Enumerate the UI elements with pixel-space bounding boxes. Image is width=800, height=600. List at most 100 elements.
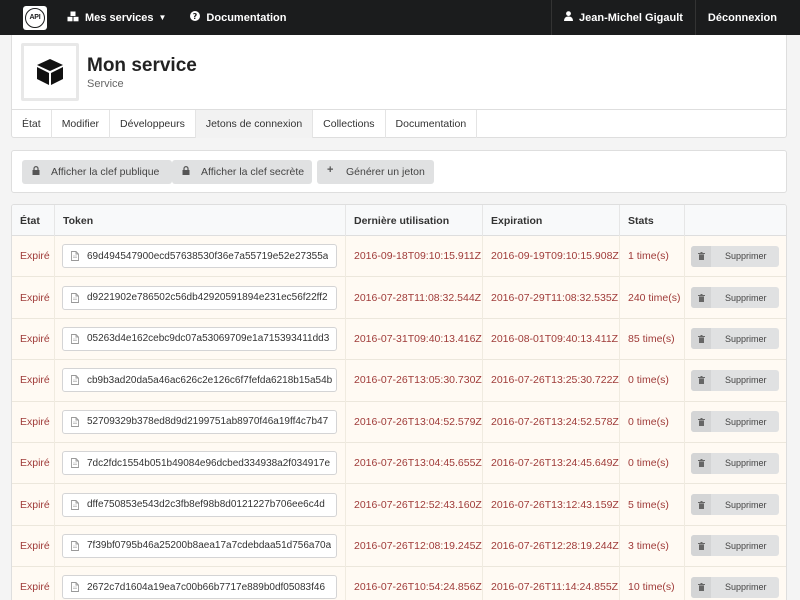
delete-button[interactable]: Supprimer bbox=[691, 369, 779, 391]
document-icon bbox=[63, 292, 87, 303]
token-field[interactable]: cb9b3ad20da5a46ac626c2e126c6f7fefda6218b… bbox=[62, 368, 337, 393]
delete-button[interactable]: Supprimer bbox=[691, 245, 779, 267]
table-row: Expiré 7f39bf0795b46a25200b8aea17a7cdebd… bbox=[12, 525, 786, 568]
token-cell: 2672c7d1604a19ea7c00b66b7717e889b0df0508… bbox=[55, 566, 346, 600]
expiration-value: 2016-07-26T13:24:45.649Z bbox=[483, 442, 620, 484]
generate-token-button[interactable]: + Générer un jeton bbox=[317, 160, 434, 184]
lock-icon bbox=[32, 166, 40, 177]
service-image bbox=[21, 43, 79, 101]
delete-button[interactable]: Supprimer bbox=[691, 411, 779, 433]
expiration-value: 2016-07-26T13:12:43.159Z bbox=[483, 483, 620, 526]
generate-token-label: Générer un jeton bbox=[346, 166, 425, 178]
document-icon bbox=[63, 334, 87, 344]
last-use-value: 2016-07-26T10:54:24.856Z bbox=[346, 566, 483, 600]
show-public-key-button[interactable]: Afficher la clef publique bbox=[22, 160, 172, 184]
expiration-value: 2016-07-29T11:08:32.535Z bbox=[483, 276, 620, 319]
tab-documentation[interactable]: Documentation bbox=[386, 110, 478, 138]
tab-etat[interactable]: État bbox=[12, 110, 52, 138]
action-cell: Supprimer bbox=[685, 525, 786, 566]
token-value: cb9b3ad20da5a46ac626c2e126c6f7fefda6218b… bbox=[87, 374, 333, 386]
stats-value: 0 time(s) bbox=[620, 442, 685, 484]
token-state: Expiré bbox=[12, 401, 55, 443]
token-cell: dffe750853e543d2c3fb8ef98b8d0121227b706e… bbox=[55, 483, 346, 526]
token-field[interactable]: 69d494547900ecd57638530f36e7a55719e52e27… bbox=[62, 244, 337, 269]
token-cell: 05263d4e162cebc9dc07a53069709e1a71539341… bbox=[55, 318, 346, 360]
token-state: Expiré bbox=[12, 276, 55, 319]
tab-collections[interactable]: Collections bbox=[313, 110, 386, 138]
trash-icon bbox=[691, 576, 711, 598]
stats-value: 1 time(s) bbox=[620, 235, 685, 277]
logo-text: API bbox=[25, 7, 45, 28]
trash-icon bbox=[691, 452, 711, 474]
lock-icon bbox=[182, 166, 190, 177]
token-field[interactable]: 52709329b378ed8d9d2199751ab8970f46a19ff4… bbox=[62, 409, 337, 434]
delete-label: Supprimer bbox=[725, 499, 767, 510]
token-field[interactable]: 05263d4e162cebc9dc07a53069709e1a71539341… bbox=[62, 326, 337, 351]
token-value: 52709329b378ed8d9d2199751ab8970f46a19ff4… bbox=[87, 416, 329, 428]
delete-button[interactable]: Supprimer bbox=[691, 494, 779, 516]
last-use-value: 2016-07-26T13:04:52.579Z bbox=[346, 401, 483, 443]
trash-icon bbox=[691, 494, 711, 516]
last-use-value: 2016-07-26T13:05:30.730Z bbox=[346, 359, 483, 402]
token-cell: 7dc2fdc1554b051b49084e96dcbed334938a2f03… bbox=[55, 442, 346, 484]
delete-button[interactable]: Supprimer bbox=[691, 535, 779, 557]
table-row: Expiré 2672c7d1604a19ea7c00b66b7717e889b… bbox=[12, 566, 786, 600]
document-icon bbox=[63, 251, 87, 262]
token-state: Expiré bbox=[12, 483, 55, 526]
token-field[interactable]: 7f39bf0795b46a25200b8aea17a7cdebdaa51d75… bbox=[62, 533, 337, 558]
token-actions: Afficher la clef publique Afficher la cl… bbox=[11, 150, 787, 193]
table-row: Expiré 7dc2fdc1554b051b49084e96dcbed3349… bbox=[12, 442, 786, 485]
tokens-table: État Token Dernière utilisation Expirati… bbox=[11, 204, 787, 600]
services-menu[interactable]: Mes services ▼ bbox=[55, 0, 178, 35]
show-public-key-label: Afficher la clef publique bbox=[51, 166, 160, 178]
last-use-value: 2016-07-28T11:08:32.544Z bbox=[346, 276, 483, 319]
token-cell: cb9b3ad20da5a46ac626c2e126c6f7fefda6218b… bbox=[55, 359, 346, 402]
service-header: Mon service Service État Modifier Dévelo… bbox=[11, 35, 787, 138]
user-menu[interactable]: Jean-Michel Gigault bbox=[551, 0, 695, 35]
plus-icon: + bbox=[327, 164, 334, 176]
document-icon bbox=[63, 582, 87, 593]
tab-modifier[interactable]: Modifier bbox=[52, 110, 111, 138]
token-value: 05263d4e162cebc9dc07a53069709e1a71539341… bbox=[87, 333, 330, 345]
delete-button[interactable]: Supprimer bbox=[691, 452, 779, 474]
document-icon bbox=[63, 416, 87, 427]
table-row: Expiré 52709329b378ed8d9d2199751ab8970f4… bbox=[12, 401, 786, 443]
delete-button[interactable]: Supprimer bbox=[691, 328, 779, 350]
logout-link[interactable]: Déconnexion bbox=[694, 0, 800, 35]
action-cell: Supprimer bbox=[685, 236, 786, 277]
api-logo[interactable]: API bbox=[23, 5, 47, 30]
header-expiration: Expiration bbox=[483, 205, 620, 236]
token-field[interactable]: 7dc2fdc1554b051b49084e96dcbed334938a2f03… bbox=[62, 451, 337, 476]
tab-developpeurs[interactable]: Développeurs bbox=[110, 110, 196, 138]
table-row: Expiré 05263d4e162cebc9dc07a53069709e1a7… bbox=[12, 318, 786, 361]
document-icon bbox=[63, 540, 87, 551]
expiration-value: 2016-07-26T13:24:52.578Z bbox=[483, 401, 620, 443]
documentation-label: Documentation bbox=[206, 11, 287, 24]
table-row: Expiré cb9b3ad20da5a46ac626c2e126c6f7fef… bbox=[12, 359, 786, 402]
tab-jetons-de-connexion[interactable]: Jetons de connexion bbox=[195, 110, 314, 138]
delete-label: Supprimer bbox=[725, 251, 767, 262]
delete-label: Supprimer bbox=[725, 416, 767, 427]
services-label: Mes services bbox=[85, 11, 154, 24]
header-state: État bbox=[12, 205, 55, 236]
table-row: Expiré d9221902e786502c56db42920591894e2… bbox=[12, 276, 786, 319]
action-cell: Supprimer bbox=[685, 318, 786, 359]
token-field[interactable]: dffe750853e543d2c3fb8ef98b8d0121227b706e… bbox=[62, 492, 337, 517]
token-field[interactable]: 2672c7d1604a19ea7c00b66b7717e889b0df0508… bbox=[62, 575, 337, 600]
delete-button[interactable]: Supprimer bbox=[691, 287, 779, 309]
documentation-link[interactable]: ? Documentation bbox=[178, 0, 298, 35]
token-field[interactable]: d9221902e786502c56db42920591894e231ec56f… bbox=[62, 285, 337, 310]
trash-icon bbox=[691, 287, 711, 309]
show-secret-key-button[interactable]: Afficher la clef secrète bbox=[172, 160, 312, 184]
delete-label: Supprimer bbox=[725, 375, 767, 386]
action-cell: Supprimer bbox=[685, 567, 786, 600]
expiration-value: 2016-07-26T11:14:24.855Z bbox=[483, 566, 620, 600]
stats-value: 0 time(s) bbox=[620, 359, 685, 402]
delete-button[interactable]: Supprimer bbox=[691, 576, 779, 598]
last-use-value: 2016-09-18T09:10:15.911Z bbox=[346, 235, 483, 277]
delete-label: Supprimer bbox=[725, 333, 767, 344]
delete-label: Supprimer bbox=[725, 292, 767, 303]
token-cell: 52709329b378ed8d9d2199751ab8970f46a19ff4… bbox=[55, 401, 346, 443]
header-token: Token bbox=[55, 205, 346, 236]
token-state: Expiré bbox=[12, 566, 55, 600]
